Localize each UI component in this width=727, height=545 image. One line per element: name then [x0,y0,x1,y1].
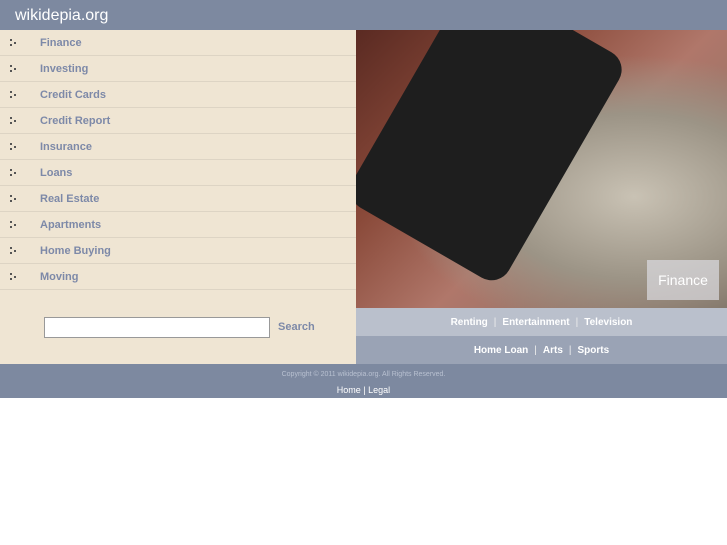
separator: | [493,317,497,328]
bullet-icon [10,247,18,255]
header: wikidepia.org [0,0,727,30]
bullet-icon [10,221,18,229]
link-sports[interactable]: Sports [578,345,610,356]
links-row-2: Home Loan | Arts | Sports [356,336,727,364]
sidebar-item-credit-report[interactable]: Credit Report [0,108,356,134]
sidebar-item-investing[interactable]: Investing [0,56,356,82]
calculator-image [356,30,629,288]
link-arts[interactable]: Arts [543,345,563,356]
bullet-icon [10,195,18,203]
sidebar-item-label: Real Estate [40,193,100,205]
separator: | [534,345,537,356]
separator: | [575,317,579,328]
sidebar-item-label: Finance [40,37,82,49]
sidebar-item-moving[interactable]: Moving [0,264,356,290]
search-button[interactable]: Search [278,321,315,333]
finance-photo: Finance [356,30,727,308]
sidebar-item-label: Insurance [40,141,92,153]
photo-caption: Finance [647,260,719,300]
sidebar-item-home-buying[interactable]: Home Buying [0,238,356,264]
sidebar: Finance Investing Credit Cards Credit Repor… [0,30,356,364]
bullet-icon [10,273,18,281]
site-title[interactable]: wikidepia.org [15,7,108,25]
links-row-1: Renting | Entertainment | Television [356,308,727,336]
sidebar-item-label: Credit Report [40,115,111,127]
link-renting[interactable]: Renting [451,317,488,328]
footer-link-legal[interactable]: Legal [368,385,390,395]
bullet-icon [10,65,18,73]
footer: Copyright © 2011 wikidepia.org. All Righ… [0,364,727,398]
sidebar-item-loans[interactable]: Loans [0,160,356,186]
copyright: Copyright © 2011 wikidepia.org. All Righ… [281,371,446,378]
sidebar-item-label: Moving [40,271,79,283]
bullet-icon [10,117,18,125]
sidebar-item-label: Apartments [40,219,102,231]
sidebar-item-label: Investing [40,63,89,75]
bullet-icon [10,39,18,47]
sidebar-item-finance[interactable]: Finance [0,30,356,56]
sidebar-item-insurance[interactable]: Insurance [0,134,356,160]
footer-links: Home | Legal [336,385,391,395]
sidebar-item-credit-cards[interactable]: Credit Cards [0,82,356,108]
bullet-icon [10,143,18,151]
sidebar-item-label: Loans [40,167,73,179]
footer-link-home[interactable]: Home [337,385,361,395]
link-entertainment[interactable]: Entertainment [502,317,569,328]
search-input[interactable] [44,317,270,338]
sidebar-item-apartments[interactable]: Apartments [0,212,356,238]
sidebar-item-real-estate[interactable]: Real Estate [0,186,356,212]
sidebar-item-label: Home Buying [40,245,111,257]
separator: | [568,345,572,356]
bullet-icon [10,91,18,99]
bullet-icon [10,169,18,177]
sidebar-item-label: Credit Cards [40,89,107,101]
link-television[interactable]: Television [584,317,632,328]
link-home-loan[interactable]: Home Loan [474,345,528,356]
